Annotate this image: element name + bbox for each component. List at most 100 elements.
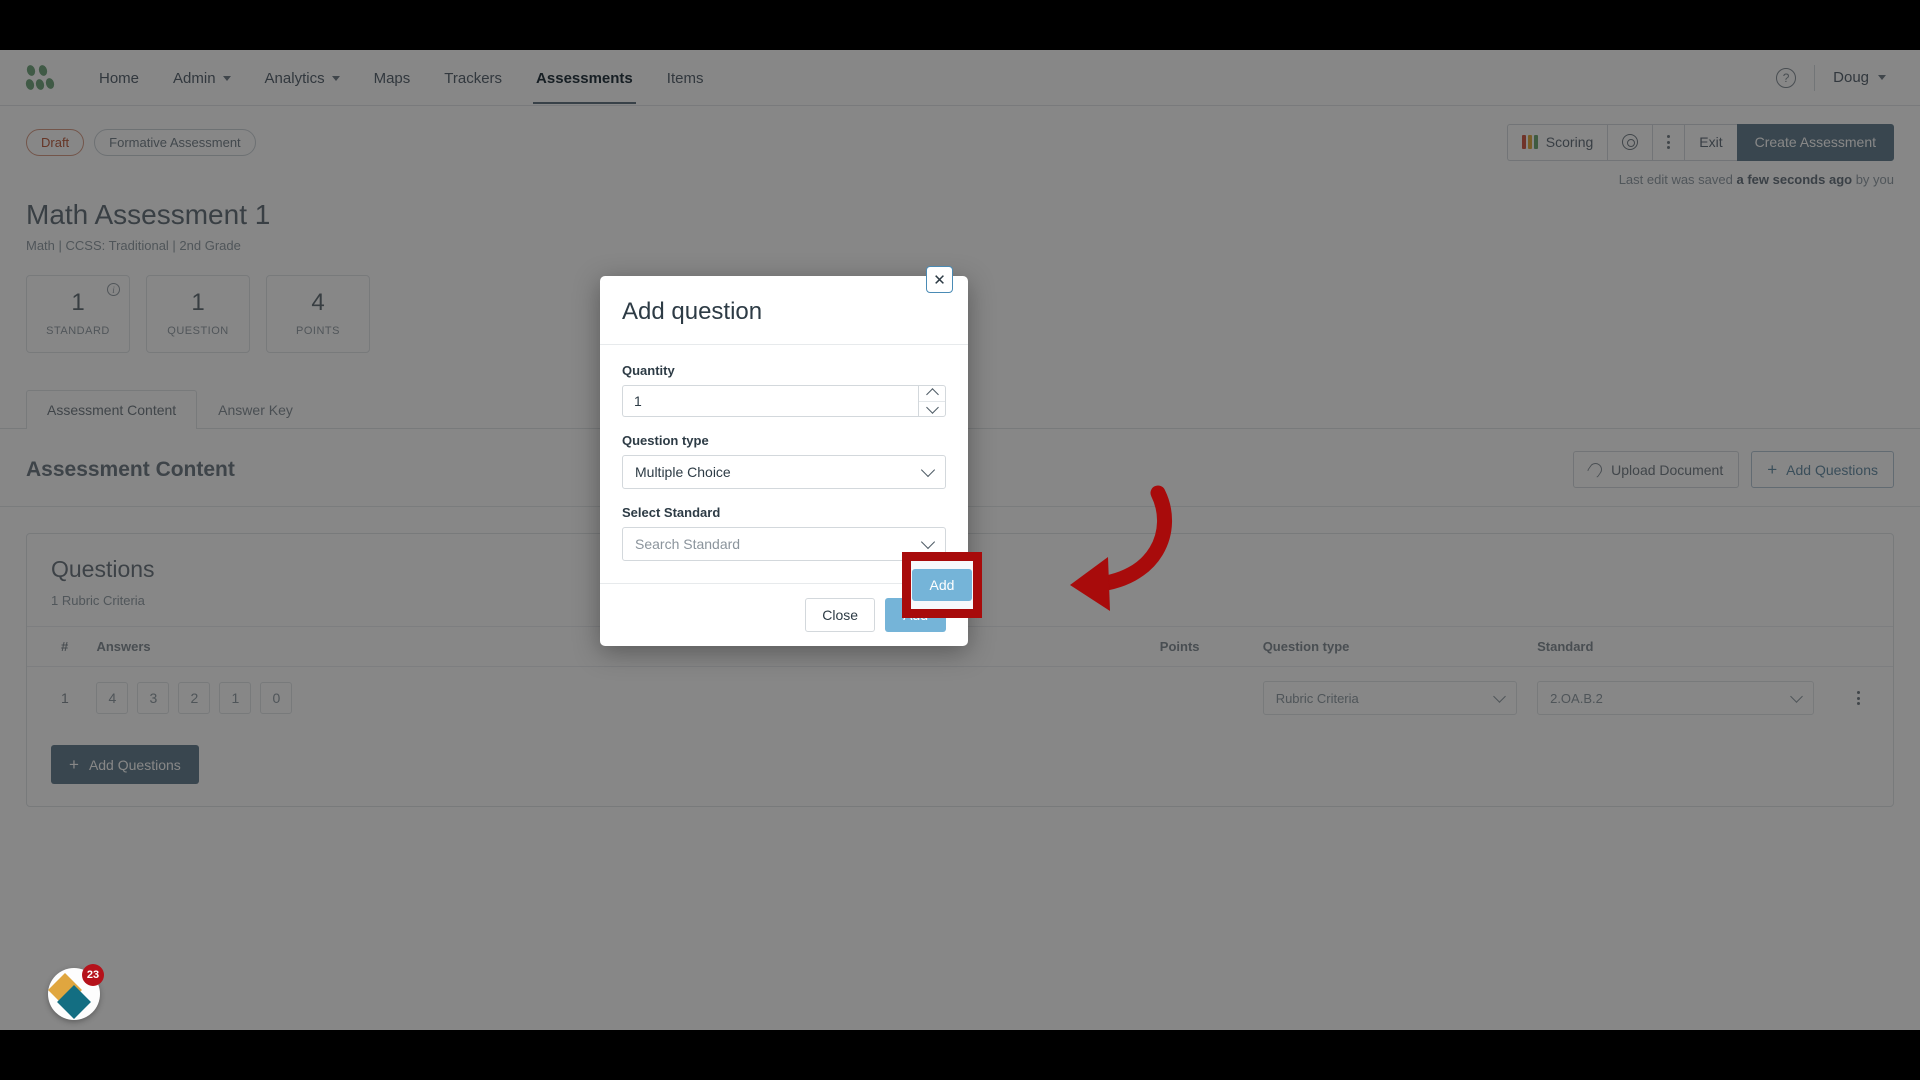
quantity-label: Quantity (622, 363, 675, 378)
top-navigation-bar: Home Admin Analytics Maps Trackers Asses… (0, 50, 1920, 106)
stat-label: POINTS (296, 325, 340, 337)
divider (1814, 64, 1816, 91)
chevron-down-icon (222, 75, 231, 81)
chevron-down-icon (1493, 689, 1506, 703)
plus-icon: + (1767, 460, 1778, 479)
nav-item-analytics[interactable]: Analytics (248, 52, 357, 104)
question-circle-icon[interactable]: ? (1776, 67, 1797, 88)
cell-answers: 4 3 2 1 0 (86, 667, 1149, 730)
column-header-standard: Standard (1527, 627, 1825, 667)
chevron-down-icon (1878, 75, 1886, 80)
cell-row-number: 1 (61, 690, 69, 706)
nav-label: Trackers (444, 69, 503, 87)
notification-badge: 23 (82, 964, 104, 986)
answer-chip-row: 4 3 2 1 0 (96, 682, 1139, 714)
standard-select[interactable]: 2.OA.B.2 (1537, 681, 1815, 715)
settings-button[interactable] (1607, 123, 1653, 161)
saved-timestamp: a few seconds ago (1736, 172, 1853, 187)
quantity-stepper (622, 385, 946, 417)
nav-item-home[interactable]: Home (82, 52, 156, 104)
create-assessment-button[interactable]: Create Assessment (1736, 123, 1894, 161)
stepper-down-button[interactable] (919, 400, 945, 417)
nav-label: Assessments (536, 69, 633, 87)
question-type-select[interactable]: Rubric Criteria (1262, 681, 1518, 715)
add-questions-button-bottom[interactable]: + Add Questions (51, 745, 199, 784)
upload-label: Upload Document (1611, 461, 1724, 478)
stat-card-question: 1 QUESTION (146, 275, 250, 353)
column-header-num: # (27, 627, 87, 667)
page-title: Math Assessment 1 (26, 199, 271, 230)
kebab-menu-icon[interactable] (1834, 691, 1883, 705)
status-badge-draft: Draft (26, 128, 85, 156)
add-button-highlighted[interactable]: Add (911, 569, 973, 601)
annotation-highlight-inner: Add (911, 561, 973, 609)
add-questions-button-top[interactable]: + Add Questions (1751, 451, 1894, 488)
nav-item-admin[interactable]: Admin (156, 52, 248, 104)
gear-icon (1622, 134, 1639, 150)
scoring-button[interactable]: Scoring (1506, 123, 1608, 161)
status-badge-type: Formative Assessment (94, 128, 256, 156)
info-icon[interactable]: i (107, 283, 120, 296)
column-header-actions (1824, 627, 1893, 667)
letterbox-bottom (0, 1030, 1920, 1080)
stat-value: 4 (311, 289, 325, 316)
nav-label: Analytics (264, 69, 325, 87)
nav-right-cluster: ? Doug (1776, 64, 1894, 91)
dots-logo-icon[interactable] (24, 63, 56, 91)
cell-row-actions (1824, 667, 1893, 730)
content-actions: Upload Document + Add Questions (1573, 451, 1894, 488)
more-options-button[interactable] (1652, 123, 1685, 161)
nav-item-assessments[interactable]: Assessments (519, 52, 650, 104)
close-button[interactable]: Close (805, 598, 876, 632)
chevron-down-icon (920, 462, 936, 477)
standard-value: 2.OA.B.2 (1550, 690, 1603, 706)
modal-body: Quantity Question type Multiple Choice S… (600, 345, 968, 583)
table-row: 1 4 3 2 1 0 Rubric Criteria 2.OA.B.2 (27, 667, 1893, 730)
chat-widget-button[interactable]: 23 (48, 964, 104, 1020)
quantity-input[interactable] (622, 385, 918, 417)
standard-search-dropdown[interactable]: Search Standard (622, 527, 946, 561)
close-icon[interactable]: ✕ (926, 266, 953, 293)
column-header-question-type: Question type (1252, 627, 1528, 667)
paperclip-icon (1586, 460, 1605, 479)
plus-icon: + (69, 755, 79, 774)
question-type-dropdown[interactable]: Multiple Choice (622, 455, 946, 489)
select-standard-label: Select Standard (622, 505, 721, 520)
page-subtitle: Math | CCSS: Traditional | 2nd Grade (26, 238, 241, 253)
assessment-status-bar: Draft Formative Assessment Scoring Exit … (0, 106, 1920, 164)
stat-label: STANDARD (46, 325, 110, 337)
last-saved-text: Last edit was saved a few seconds ago by… (0, 164, 1920, 187)
nav-label: Home (99, 69, 140, 87)
question-type-value: Multiple Choice (635, 464, 731, 480)
answer-chip[interactable]: 2 (178, 682, 211, 714)
answer-chip[interactable]: 4 (96, 682, 129, 714)
chevron-up-icon (925, 388, 939, 402)
answer-chip[interactable]: 0 (260, 682, 293, 714)
stepper-buttons (918, 385, 946, 417)
user-menu[interactable]: Doug (1833, 69, 1886, 86)
modal-title: Add question (622, 298, 763, 325)
nav-item-items[interactable]: Items (650, 52, 721, 104)
column-header-points: Points (1149, 627, 1253, 667)
tab-assessment-content[interactable]: Assessment Content (26, 390, 198, 429)
chevron-down-icon (331, 75, 340, 81)
tab-answer-key[interactable]: Answer Key (197, 390, 314, 429)
page-title-block: Math Assessment 1 Math | CCSS: Tradition… (0, 187, 1920, 253)
annotation-highlight-box: Add (902, 552, 982, 618)
answer-chip[interactable]: 3 (137, 682, 170, 714)
nav-item-maps[interactable]: Maps (357, 52, 428, 104)
stat-card-points: 4 POINTS (266, 275, 370, 353)
nav-label: Maps (373, 69, 411, 87)
answer-chip[interactable]: 1 (219, 682, 252, 714)
kebab-menu-icon (1667, 135, 1671, 149)
stat-label: QUESTION (167, 325, 229, 337)
upload-document-button[interactable]: Upload Document (1573, 451, 1740, 488)
nav-item-trackers[interactable]: Trackers (427, 52, 519, 104)
content-heading: Assessment Content (26, 457, 235, 481)
nav-label: Items (666, 69, 704, 87)
chevron-down-icon (1790, 689, 1804, 703)
exit-button[interactable]: Exit (1684, 123, 1737, 161)
stat-card-standard: i 1 STANDARD (26, 275, 130, 353)
saved-suffix: by you (1852, 172, 1894, 187)
stepper-up-button[interactable] (919, 386, 945, 402)
